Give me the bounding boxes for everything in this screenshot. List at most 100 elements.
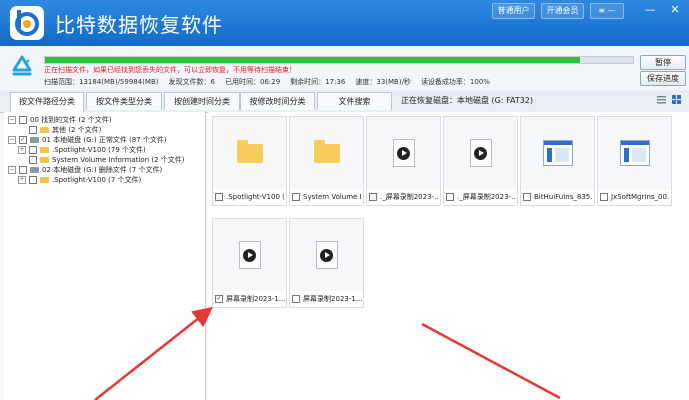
folder-icon (40, 157, 49, 163)
video-file-icon (392, 139, 415, 167)
collapse-icon[interactable]: − (8, 116, 16, 124)
file-checkbox[interactable] (215, 193, 223, 201)
expand-icon[interactable]: + (18, 176, 26, 184)
installer-file-icon (542, 140, 573, 166)
file-caption: ._屏幕录制2023-... (446, 192, 516, 202)
file-card[interactable]: 屏幕录制2023-1... (289, 218, 364, 308)
file-caption: ✓ 屏幕录制2023-1... (215, 294, 285, 304)
file-checkbox[interactable] (292, 295, 300, 303)
folder-tree: −00 找到的文件 (2 个文件) 其他 (2 个文件) − ✓ 01 本地磁盘 (G:… (4, 112, 206, 400)
drive-icon (30, 137, 39, 143)
tree-row[interactable]: System Volume Information (2 个文件) (18, 155, 184, 165)
tree-checkbox[interactable] (19, 116, 27, 124)
remaining-time: 剩余时间：17:36 (290, 78, 346, 86)
file-name: System Volume In... (303, 193, 362, 201)
tree-row[interactable]: − ✓ 01 本地磁盘 (G:) 正常文件 (87 个文件) (8, 135, 167, 145)
file-name: 屏幕录制2023-1... (303, 295, 362, 303)
tree-checkbox[interactable] (29, 146, 37, 154)
minimize-icon: — (644, 3, 656, 16)
collapse-icon[interactable]: − (8, 136, 16, 144)
file-thumbnail (367, 117, 440, 189)
file-card[interactable]: BitHuiFuIns_835... (520, 116, 595, 206)
tab-by-path[interactable]: 按文件路径分类 (10, 92, 84, 112)
menu-button[interactable]: ≡ — (590, 3, 624, 19)
tree-checkbox[interactable] (19, 166, 27, 174)
scan-progress-fill (45, 57, 581, 63)
restore-disk-info: 正在恢复磁盘：本地磁盘 (G: FAT32) (401, 96, 534, 105)
file-card[interactable]: ._屏幕录制2023-... (366, 116, 441, 206)
tree-checkbox[interactable] (29, 156, 37, 164)
tree-label: .Spotlight-V100 (7 个文件) (52, 176, 142, 184)
tree-label: 02 本地磁盘 (G:) 删除文件 (7 个文件) (42, 166, 163, 174)
tree-row[interactable]: + .Spotlight-V100 (7 个文件) (18, 175, 141, 185)
file-checkbox[interactable] (446, 193, 454, 201)
tree-label: 01 本地磁盘 (G:) 正常文件 (87 个文件) (42, 136, 167, 144)
menu-icon: ≡ (598, 6, 606, 15)
open-member-button[interactable]: 开通会员 (541, 3, 584, 19)
file-thumbnail (290, 219, 363, 291)
scan-recycle-icon (12, 55, 32, 76)
close-button[interactable]: ✕ (668, 2, 682, 18)
title-bar: 比特数据恢复软件 普通用户 开通会员 ≡ — — ✕ (0, 0, 689, 46)
minimize-icon: — (607, 6, 616, 15)
collapse-icon[interactable]: − (8, 166, 16, 174)
app-title: 比特数据恢复软件 (55, 13, 223, 37)
grid-view-icon[interactable] (671, 94, 682, 105)
tree-row[interactable]: 其他 (2 个文件) (18, 125, 101, 135)
file-card[interactable]: JxSoftMgrIns_00... (597, 116, 672, 206)
file-card[interactable]: .Spotlight-V100 (... (212, 116, 287, 206)
scan-stats: 扫描范围：13184(MB)/59984(MB) 发现文件数：6 已用时间：06:2… (44, 77, 500, 87)
folder-icon (236, 139, 263, 163)
file-card[interactable]: ✓ 屏幕录制2023-1... (212, 218, 287, 308)
list-view-icon[interactable] (656, 94, 667, 105)
folder-icon (40, 127, 49, 133)
scan-range: 扫描范围：13184(MB)/59984(MB) (44, 78, 159, 86)
normal-user-button[interactable]: 普通用户 (492, 3, 535, 19)
files-found: 发现文件数：6 (168, 78, 215, 86)
tab-file-search[interactable]: 文件搜索 (317, 92, 392, 110)
tree-checkbox[interactable]: ✓ (19, 136, 27, 144)
file-name: JxSoftMgrIns_00... (611, 193, 670, 201)
expand-icon[interactable]: + (18, 146, 26, 154)
tree-row[interactable]: − 02 本地磁盘 (G:) 删除文件 (7 个文件) (8, 165, 162, 175)
tree-checkbox[interactable] (29, 126, 37, 134)
pause-button[interactable]: 暂停 (640, 55, 686, 70)
folder-icon (40, 177, 49, 183)
read-success-rate: 读设备成功率：100% (420, 78, 490, 86)
file-name: ._屏幕录制2023-... (457, 193, 516, 201)
file-card[interactable]: ._屏幕录制2023-... (443, 116, 518, 206)
file-caption: BitHuiFuIns_835... (523, 192, 593, 202)
minimize-button[interactable]: — (643, 2, 657, 18)
tree-label: 其他 (2 个文件) (52, 126, 102, 134)
file-name: ._屏幕录制2023-... (380, 193, 439, 201)
tree-label: System Volume Information (2 个文件) (52, 156, 185, 164)
file-thumbnail (213, 219, 286, 291)
play-icon (397, 146, 410, 160)
scan-progress-bar (44, 56, 634, 64)
file-card[interactable]: System Volume In... (289, 116, 364, 206)
app-logo-icon (10, 6, 44, 40)
file-checkbox[interactable] (369, 193, 377, 201)
tree-label: 00 找到的文件 (2 个文件) (30, 116, 112, 124)
scan-speed: 速度：33(MB)/秒 (355, 78, 411, 86)
file-thumbnail (598, 117, 671, 189)
video-file-icon (315, 241, 338, 269)
tree-row[interactable]: + .Spotlight-V100 (79 个文件) (18, 145, 146, 155)
file-caption: .Spotlight-V100 (... (215, 192, 285, 202)
file-checkbox[interactable] (600, 193, 608, 201)
file-checkbox[interactable]: ✓ (215, 295, 223, 303)
file-checkbox[interactable] (292, 193, 300, 201)
tab-by-created-time[interactable]: 按创建时间分类 (164, 92, 240, 110)
file-caption: 屏幕录制2023-1... (292, 294, 362, 304)
tab-by-type[interactable]: 按文件类型分类 (86, 92, 162, 110)
folder-icon (40, 147, 49, 153)
file-checkbox[interactable] (523, 193, 531, 201)
file-caption: System Volume In... (292, 192, 362, 202)
tree-checkbox[interactable] (29, 176, 37, 184)
tree-row[interactable]: − 00 找到的文件 (2 个文件) (8, 115, 112, 125)
file-thumbnail (290, 117, 363, 189)
tab-by-modified-time[interactable]: 按修改时间分类 (240, 92, 315, 110)
file-thumbnail (521, 117, 594, 189)
save-progress-button[interactable]: 保存进度 (640, 71, 686, 86)
file-name: BitHuiFuIns_835... (534, 193, 593, 201)
